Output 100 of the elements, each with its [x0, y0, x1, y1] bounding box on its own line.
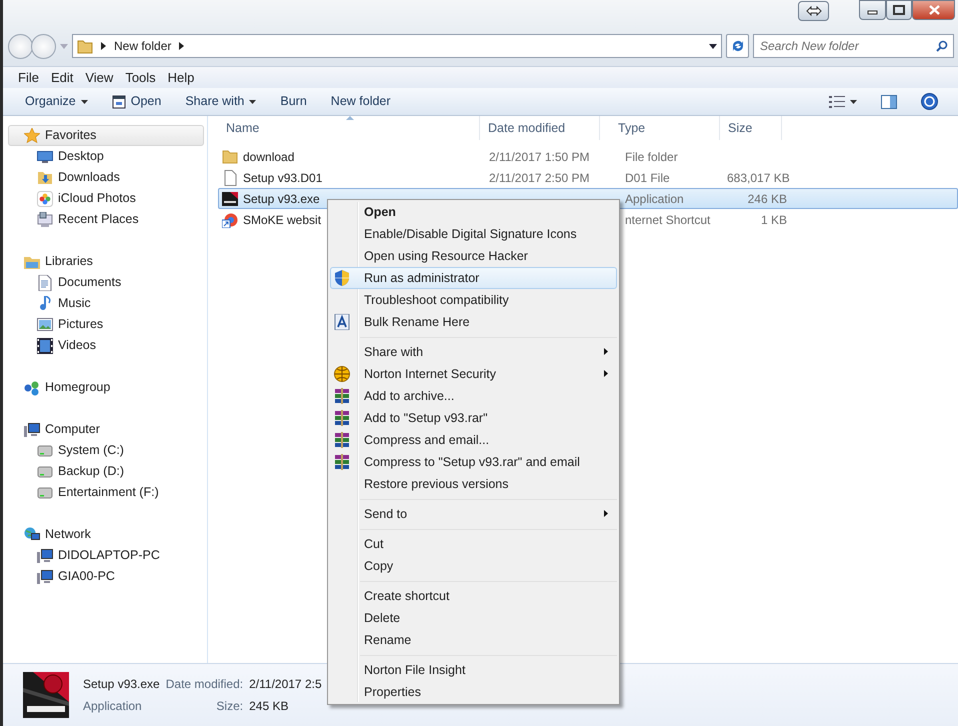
- menu-item[interactable]: Restore previous versions: [330, 473, 617, 495]
- toolbar-button[interactable]: Burn: [270, 89, 317, 114]
- sidebar-item[interactable]: Homegroup: [8, 377, 204, 398]
- menu-item[interactable]: Create shortcut: [330, 585, 617, 607]
- menu-item[interactable]: File: [12, 68, 45, 88]
- caret-icon: [80, 100, 88, 104]
- menu-item[interactable]: Open: [330, 201, 617, 223]
- drive-icon: [37, 442, 53, 458]
- help-icon: [921, 93, 938, 110]
- sidebar-item[interactable]: iCloud Photos: [8, 188, 207, 209]
- menu-item[interactable]: Send to: [330, 503, 617, 525]
- window-icon: [112, 94, 126, 108]
- sidebar-item[interactable]: Recent Places: [8, 209, 207, 230]
- file-size: 246 KB: [746, 190, 787, 208]
- address-bar[interactable]: New folder: [72, 34, 722, 58]
- sidebar-item[interactable]: GIA00-PC: [8, 566, 207, 587]
- sidebar-item[interactable]: Downloads: [8, 167, 207, 188]
- menu-item[interactable]: Tools: [119, 68, 162, 88]
- shield-icon: [334, 270, 350, 286]
- maximize-button[interactable]: [886, 0, 912, 20]
- menu-item[interactable]: Copy: [330, 555, 617, 577]
- computer-icon: [37, 568, 53, 584]
- column-header[interactable]: Type: [600, 116, 720, 140]
- caret-icon: [850, 100, 857, 104]
- homegroup-icon: [24, 380, 40, 396]
- menu-item[interactable]: Cut: [330, 533, 617, 555]
- menu-item[interactable]: Compress and email...: [330, 429, 617, 451]
- sidebar-item[interactable]: Pictures: [8, 314, 207, 335]
- size-value: 245 KB: [249, 698, 290, 715]
- date-value: 2/11/2017 2:5: [249, 676, 322, 693]
- sidebar-item[interactable]: Entertainment (F:): [8, 482, 207, 503]
- menu-item[interactable]: Rename: [330, 629, 617, 651]
- menu-item[interactable]: Edit: [44, 68, 80, 88]
- maximize-icon: [893, 5, 905, 15]
- drive-icon: [37, 464, 53, 480]
- close-button[interactable]: [912, 0, 955, 20]
- refresh-icon: [730, 40, 744, 52]
- file-name[interactable]: Setup v93.D01: [243, 168, 322, 186]
- toolbar-button[interactable]: Open: [102, 89, 172, 114]
- menu-item[interactable]: Delete: [330, 607, 617, 629]
- menu-item[interactable]: Properties: [330, 681, 617, 703]
- computer-icon: [37, 548, 53, 564]
- column-header[interactable]: Size: [720, 116, 782, 140]
- menu-item[interactable]: Open using Resource Hacker: [330, 245, 617, 267]
- menu-item[interactable]: Norton File Insight: [330, 659, 617, 681]
- menu-item[interactable]: Bulk Rename Here: [330, 311, 617, 333]
- chevron-icon: [101, 42, 106, 50]
- sidebar-item[interactable]: DIDOLAPTOP-PC: [8, 545, 207, 566]
- books-icon: [334, 432, 350, 448]
- minimize-button[interactable]: [859, 0, 886, 20]
- size-label: Size:: [215, 698, 244, 715]
- toolbar-button[interactable]: Share with: [175, 89, 266, 114]
- app-icon: [222, 190, 238, 206]
- music-note-icon: [37, 296, 53, 312]
- sidebar-item[interactable]: Music: [8, 293, 207, 314]
- menu-item[interactable]: Help: [162, 68, 200, 88]
- star-icon: [24, 128, 40, 144]
- books-icon: [334, 454, 350, 470]
- sidebar-item[interactable]: Network: [8, 524, 204, 545]
- file-type: nternet Shortcut: [624, 212, 712, 228]
- menu-item[interactable]: Add to archive...: [330, 385, 617, 407]
- menu-item[interactable]: Compress to "Setup v93.rar" and email: [330, 451, 617, 473]
- file-name[interactable]: download: [243, 148, 294, 166]
- submenu-arrow-icon: [604, 348, 608, 355]
- toolbar-button[interactable]: New folder: [320, 89, 401, 114]
- menu-item[interactable]: Enable/Disable Digital Signature Icons: [330, 223, 617, 245]
- column-header[interactable]: Date modified: [480, 116, 600, 140]
- sidebar-item[interactable]: Desktop: [8, 146, 207, 167]
- menu-item[interactable]: Norton Internet Security: [330, 363, 617, 385]
- sort-arrow-icon: [346, 116, 354, 120]
- date-modified: 2/11/2017 1:50 PM: [488, 148, 591, 166]
- file-name[interactable]: Setup v93.exe: [243, 190, 320, 208]
- snap-button[interactable]: [798, 1, 829, 21]
- list-view-icon: [829, 96, 845, 108]
- computer-icon: [37, 212, 53, 228]
- sidebar-item[interactable]: Favorites: [8, 125, 204, 146]
- sidebar-item[interactable]: Computer: [8, 419, 204, 440]
- file-name[interactable]: SMoKE websit: [243, 210, 322, 228]
- document-icon: [222, 170, 238, 186]
- refresh-button[interactable]: [726, 34, 749, 58]
- menu-item[interactable]: Troubleshoot compatibility: [330, 289, 617, 311]
- address-path[interactable]: New folder: [114, 37, 172, 55]
- sidebar-item[interactable]: Libraries: [8, 251, 204, 272]
- menu-item[interactable]: Add to "Setup v93.rar": [330, 407, 617, 429]
- file-size: 1 KB: [760, 212, 787, 228]
- sidebar-item[interactable]: Backup (D:): [8, 461, 207, 482]
- search-field[interactable]: Search New folder: [753, 34, 954, 58]
- file-type: File folder: [624, 148, 679, 166]
- toolbar-button[interactable]: Organize: [15, 89, 98, 114]
- menu-item[interactable]: Share with: [330, 341, 617, 363]
- sidebar-item[interactable]: System (C:): [8, 440, 207, 461]
- file-type: D01 File: [624, 170, 671, 186]
- menu-item[interactable]: Run as administrator: [330, 267, 617, 289]
- dropdown-caret-icon[interactable]: [709, 44, 717, 48]
- folder-icon: [77, 38, 93, 54]
- document-icon: [37, 274, 53, 290]
- menu-item[interactable]: View: [79, 68, 120, 88]
- sidebar-item[interactable]: Documents: [8, 272, 207, 293]
- file-size: 683,017 KB: [727, 170, 787, 186]
- sidebar-item[interactable]: Videos: [8, 335, 207, 356]
